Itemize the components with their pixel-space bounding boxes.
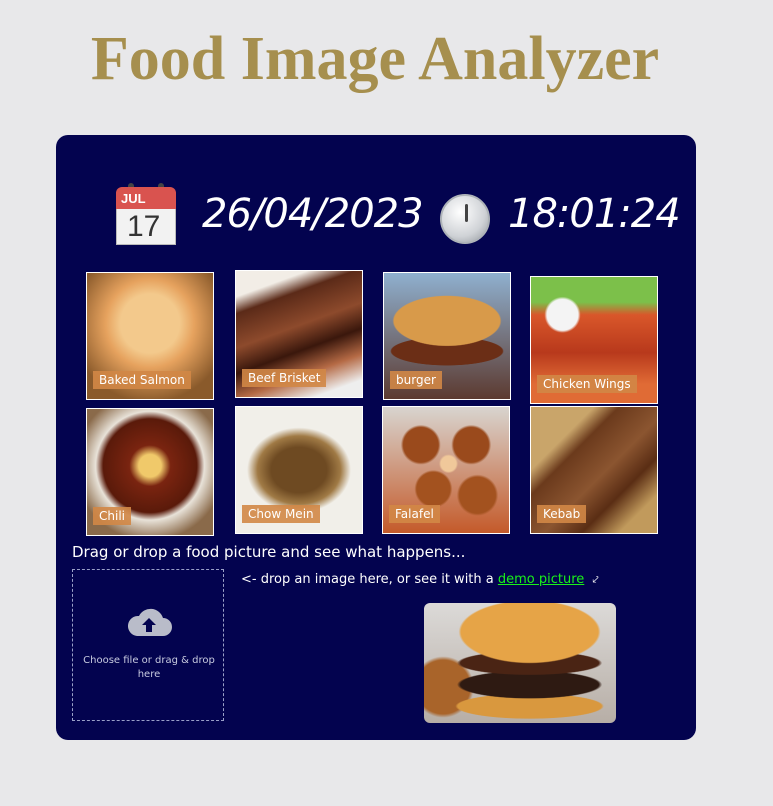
food-tile-falafel[interactable]: Falafel (382, 406, 510, 534)
analyzer-panel: JUL 17 26/04/2023 18:01:24 Baked Salmon … (56, 135, 696, 740)
food-tile-chow-mein[interactable]: Chow Mein (235, 406, 363, 534)
demo-picture-link[interactable]: demo picture (498, 572, 584, 587)
dropzone-text: Choose file or drag & drop here (83, 655, 215, 680)
food-tile-kebab[interactable]: Kebab (530, 406, 658, 534)
current-date: 26/04/2023 (202, 191, 424, 237)
calendar-icon: JUL 17 (116, 183, 176, 247)
food-label: Falafel (389, 505, 440, 523)
food-tile-baked-salmon[interactable]: Baked Salmon (86, 272, 214, 400)
food-label: Chili (93, 507, 131, 525)
food-tile-chili[interactable]: Chili (86, 408, 214, 536)
page-title: Food Image Analyzer (90, 25, 660, 93)
image-dropzone[interactable]: Choose file or drag & drop here (72, 569, 224, 721)
upload-hint: <- drop an image here, or see it with a … (241, 572, 599, 587)
food-tile-beef-brisket[interactable]: Beef Brisket (235, 270, 363, 398)
food-label: Beef Brisket (242, 369, 327, 387)
calendar-month: JUL (121, 191, 146, 206)
demo-picture-preview[interactable] (424, 603, 616, 723)
clock-icon (440, 194, 490, 244)
food-tile-burger[interactable]: burger (383, 272, 511, 400)
datetime-display: JUL 17 26/04/2023 18:01:24 (116, 183, 681, 247)
food-gallery: Baked Salmon Beef Brisket burger Chicken… (86, 270, 661, 536)
calendar-day: 17 (127, 210, 161, 243)
food-label: burger (390, 371, 442, 389)
hint-text: <- drop an image here, or see it with a (241, 572, 494, 587)
food-label: Kebab (537, 505, 587, 523)
food-label: Chow Mein (242, 505, 320, 523)
cloud-upload-icon (127, 608, 172, 636)
food-label: Chicken Wings (537, 375, 637, 393)
current-time: 18:01:24 (508, 191, 681, 237)
food-tile-chicken-wings[interactable]: Chicken Wings (530, 276, 658, 404)
upload-instruction: Drag or drop a food picture and see what… (72, 543, 466, 561)
food-label: Baked Salmon (93, 371, 191, 389)
hint-arrow: ⤦ (592, 573, 599, 586)
